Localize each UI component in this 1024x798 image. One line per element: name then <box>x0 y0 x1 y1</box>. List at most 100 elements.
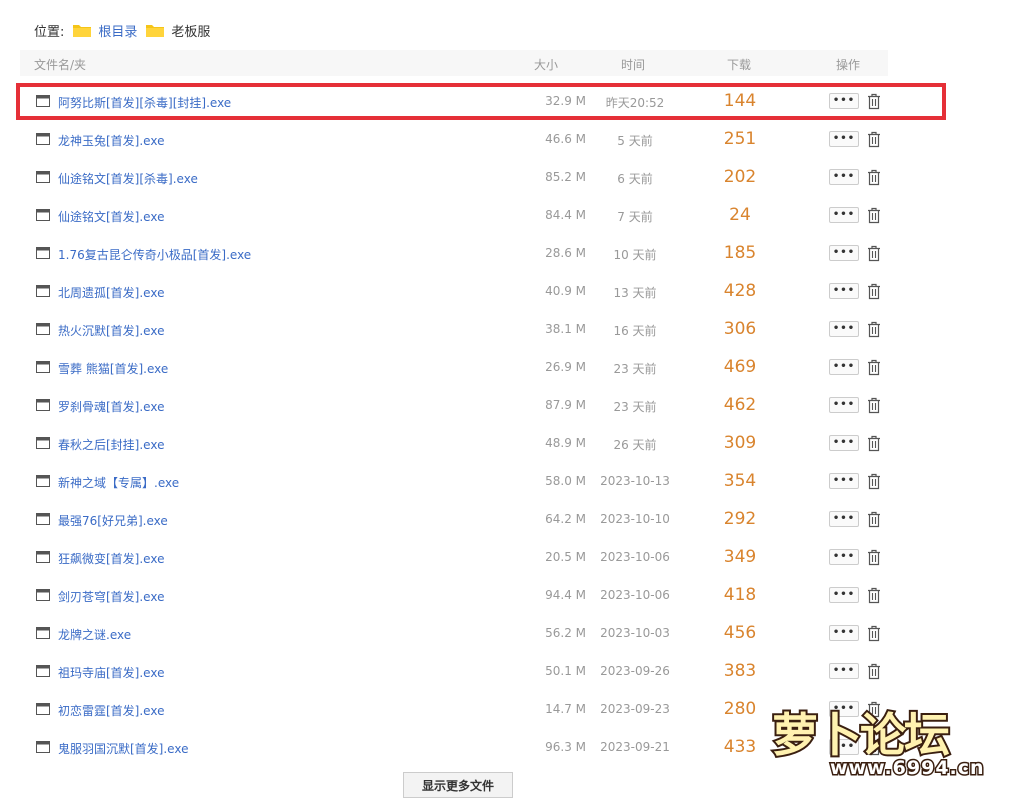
file-row[interactable]: 龙牌之谜.exe 56.2 M 2023-10-03 456 ••• <box>20 615 960 653</box>
file-row[interactable]: 新神之域【专属】.exe 58.0 M 2023-10-13 354 ••• <box>20 463 960 501</box>
file-time: 7 天前 <box>617 210 653 224</box>
file-size: 87.9 M <box>545 398 586 412</box>
file-name-link[interactable]: 龙牌之谜.exe <box>58 626 131 643</box>
more-actions-button[interactable]: ••• <box>829 663 859 679</box>
more-actions-button[interactable]: ••• <box>829 321 859 337</box>
trash-icon[interactable] <box>866 321 882 338</box>
file-row[interactable]: 雪葬 熊猫[首发].exe 26.9 M 23 天前 469 ••• <box>20 349 960 387</box>
file-size: 58.0 M <box>545 474 586 488</box>
more-actions-button[interactable]: ••• <box>829 511 859 527</box>
file-row[interactable]: 仙途铭文[首发][杀毒].exe 85.2 M 6 天前 202 ••• <box>20 159 960 197</box>
file-name-link[interactable]: 仙途铭文[首发][杀毒].exe <box>58 170 198 187</box>
header-actions: 操作 <box>836 58 861 72</box>
more-actions-button[interactable]: ••• <box>829 549 859 565</box>
more-actions-button[interactable]: ••• <box>829 359 859 375</box>
file-row[interactable]: 1.76复古昆仑传奇小极品[首发].exe 28.6 M 10 天前 185 ••• <box>20 235 960 273</box>
file-row[interactable]: 狂飙微变[首发].exe 20.5 M 2023-10-06 349 ••• <box>20 539 960 577</box>
file-name-link[interactable]: 罗刹骨魂[首发].exe <box>58 398 164 415</box>
file-row[interactable]: 祖玛寺庙[首发].exe 50.1 M 2023-09-26 383 ••• <box>20 653 960 691</box>
more-actions-button[interactable]: ••• <box>829 473 859 489</box>
file-time: 2023-09-26 <box>600 664 670 678</box>
window-file-icon <box>36 551 50 563</box>
file-downloads: 469 <box>723 357 757 377</box>
file-size: 14.7 M <box>545 702 586 716</box>
file-downloads: 292 <box>723 509 757 529</box>
file-name-link[interactable]: 1.76复古昆仑传奇小极品[首发].exe <box>58 246 251 263</box>
file-row[interactable]: 剑刃苍穹[首发].exe 94.4 M 2023-10-06 418 ••• <box>20 577 960 615</box>
file-time: 10 天前 <box>613 248 657 262</box>
file-name-link[interactable]: 新神之域【专属】.exe <box>58 474 179 491</box>
file-row[interactable]: 春秋之后[封挂].exe 48.9 M 26 天前 309 ••• <box>20 425 960 463</box>
file-time: 2023-10-13 <box>600 474 670 488</box>
trash-icon[interactable] <box>866 663 882 680</box>
more-actions-button[interactable]: ••• <box>829 587 859 603</box>
file-name-link[interactable]: 龙神玉兔[首发].exe <box>58 132 164 149</box>
more-dots-label: ••• <box>832 209 856 220</box>
file-name-link[interactable]: 狂飙微变[首发].exe <box>58 550 164 567</box>
more-actions-button[interactable]: ••• <box>829 625 859 641</box>
file-row[interactable]: 最强76[好兄弟].exe 64.2 M 2023-10-10 292 ••• <box>20 501 960 539</box>
more-dots-label: ••• <box>832 133 856 144</box>
file-size: 26.9 M <box>545 360 586 374</box>
file-row[interactable]: 罗刹骨魂[首发].exe 87.9 M 23 天前 462 ••• <box>20 387 960 425</box>
file-name-link[interactable]: 最强76[好兄弟].exe <box>58 512 168 529</box>
window-file-icon <box>36 361 50 373</box>
trash-icon[interactable] <box>866 435 882 452</box>
file-downloads: 280 <box>723 699 757 719</box>
file-name-link[interactable]: 剑刃苍穹[首发].exe <box>58 588 164 605</box>
more-actions-button[interactable]: ••• <box>829 435 859 451</box>
trash-icon[interactable] <box>866 587 882 604</box>
file-name-link[interactable]: 鬼服羽国沉默[首发].exe <box>58 740 188 757</box>
more-actions-button[interactable]: ••• <box>829 245 859 261</box>
more-dots-label: ••• <box>832 437 856 448</box>
file-downloads: 418 <box>723 585 757 605</box>
trash-icon[interactable] <box>866 625 882 642</box>
more-dots-label: ••• <box>832 171 856 182</box>
file-name-link[interactable]: 仙途铭文[首发].exe <box>58 208 164 225</box>
more-actions-button[interactable]: ••• <box>829 283 859 299</box>
show-more-files-button[interactable]: 显示更多文件 <box>403 772 513 798</box>
file-name-link[interactable]: 初恋雷霆[首发].exe <box>58 702 164 719</box>
file-downloads: 24 <box>729 205 751 225</box>
window-file-icon <box>36 285 50 297</box>
trash-icon[interactable] <box>866 131 882 148</box>
file-size: 48.9 M <box>545 436 586 450</box>
window-file-icon <box>36 741 50 753</box>
trash-icon[interactable] <box>866 245 882 262</box>
more-dots-label: ••• <box>832 475 856 486</box>
file-row[interactable]: 热火沉默[首发].exe 38.1 M 16 天前 306 ••• <box>20 311 960 349</box>
trash-icon[interactable] <box>866 207 882 224</box>
file-downloads: 383 <box>723 661 757 681</box>
breadcrumb-root-label[interactable]: 根目录 <box>98 21 137 40</box>
file-row[interactable]: 仙途铭文[首发].exe 84.4 M 7 天前 24 ••• <box>20 197 960 235</box>
file-row[interactable]: 北周遗孤[首发].exe 40.9 M 13 天前 428 ••• <box>20 273 960 311</box>
file-size: 84.4 M <box>545 208 586 222</box>
file-name-link[interactable]: 雪葬 熊猫[首发].exe <box>58 360 168 377</box>
trash-icon[interactable] <box>866 283 882 300</box>
file-name-link[interactable]: 祖玛寺庙[首发].exe <box>58 664 164 681</box>
trash-icon[interactable] <box>866 359 882 376</box>
window-file-icon <box>36 665 50 677</box>
more-actions-button[interactable]: ••• <box>829 131 859 147</box>
trash-icon[interactable] <box>866 549 882 566</box>
file-name-link[interactable]: 北周遗孤[首发].exe <box>58 284 164 301</box>
file-row[interactable]: 龙神玉兔[首发].exe 46.6 M 5 天前 251 ••• <box>20 121 960 159</box>
window-file-icon <box>36 247 50 259</box>
breadcrumb-root[interactable]: 根目录 <box>72 21 137 40</box>
more-actions-button[interactable]: ••• <box>829 397 859 413</box>
file-downloads: 185 <box>723 243 757 263</box>
file-downloads: 433 <box>723 737 757 757</box>
file-name-link[interactable]: 热火沉默[首发].exe <box>58 322 164 339</box>
more-actions-button[interactable]: ••• <box>829 169 859 185</box>
trash-icon[interactable] <box>866 511 882 528</box>
trash-icon[interactable] <box>866 397 882 414</box>
file-time: 23 天前 <box>613 400 657 414</box>
trash-icon[interactable] <box>866 169 882 186</box>
file-size: 46.6 M <box>545 132 586 146</box>
window-file-icon <box>36 133 50 145</box>
file-time: 2023-10-03 <box>600 626 670 640</box>
more-actions-button[interactable]: ••• <box>829 207 859 223</box>
trash-icon[interactable] <box>866 473 882 490</box>
file-name-link[interactable]: 春秋之后[封挂].exe <box>58 436 164 453</box>
window-file-icon <box>36 323 50 335</box>
